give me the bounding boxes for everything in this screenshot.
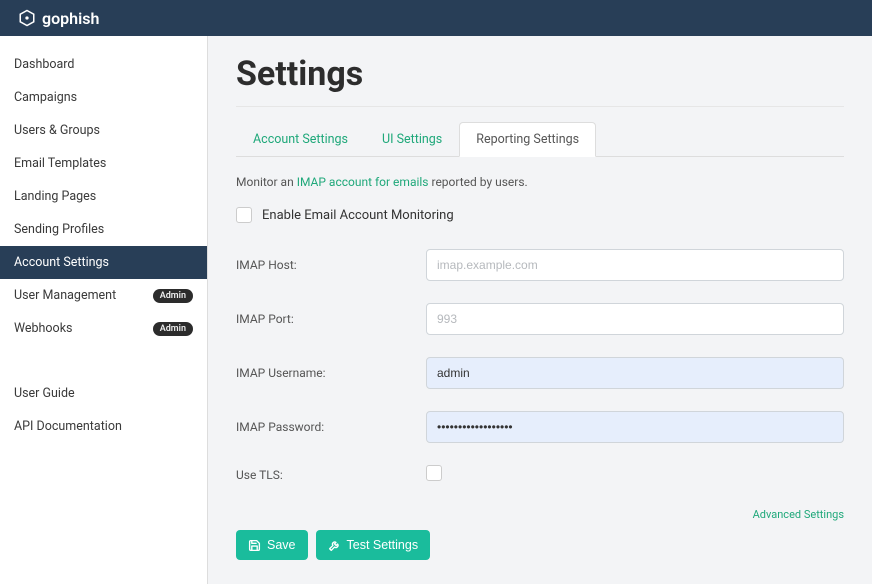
- title-rule: [236, 106, 844, 107]
- sidebar-item-campaigns[interactable]: Campaigns: [0, 81, 207, 114]
- brand[interactable]: gophish: [18, 9, 99, 28]
- use-tls-label: Use TLS:: [236, 468, 426, 482]
- sidebar-item-label: User Guide: [14, 386, 75, 401]
- topbar: gophish: [0, 0, 872, 36]
- tabs: Account Settings UI Settings Reporting S…: [236, 121, 844, 157]
- tab-label: Account Settings: [253, 132, 348, 147]
- save-button-label: Save: [267, 538, 296, 552]
- use-tls-checkbox[interactable]: [426, 465, 442, 481]
- imap-password-input[interactable]: [426, 411, 844, 443]
- helper-prefix: Monitor an: [236, 175, 297, 189]
- use-tls-row: Use TLS:: [236, 465, 844, 485]
- sidebar-item-users-groups[interactable]: Users & Groups: [0, 114, 207, 147]
- tab-account-settings[interactable]: Account Settings: [236, 122, 365, 157]
- admin-badge: Admin: [153, 289, 193, 303]
- imap-username-input[interactable]: [426, 357, 844, 389]
- admin-badge: Admin: [153, 322, 193, 336]
- imap-help-link[interactable]: IMAP account for emails: [297, 175, 429, 189]
- wrench-icon: [328, 539, 341, 552]
- tab-ui-settings[interactable]: UI Settings: [365, 122, 459, 157]
- tab-label: Reporting Settings: [476, 132, 579, 147]
- sidebar-item-label: Dashboard: [14, 57, 74, 72]
- save-icon: [248, 539, 261, 552]
- helper-suffix: reported by users.: [429, 175, 528, 189]
- sidebar-item-account-settings[interactable]: Account Settings: [0, 246, 207, 279]
- sidebar-item-api-documentation[interactable]: API Documentation: [0, 410, 207, 443]
- advanced-settings-link[interactable]: Advanced Settings: [753, 508, 844, 521]
- imap-password-label: IMAP Password:: [236, 420, 426, 434]
- sidebar-item-label: User Management: [14, 288, 116, 303]
- enable-monitoring-row: Enable Email Account Monitoring: [236, 207, 844, 223]
- brand-hexagon-icon: [18, 9, 36, 27]
- sidebar-item-label: Landing Pages: [14, 189, 96, 204]
- imap-username-row: IMAP Username:: [236, 357, 844, 389]
- sidebar-item-sending-profiles[interactable]: Sending Profiles: [0, 213, 207, 246]
- page-title: Settings: [236, 54, 844, 94]
- sidebar-item-label: Campaigns: [14, 90, 77, 105]
- sidebar-item-user-management[interactable]: User Management Admin: [0, 279, 207, 312]
- button-row: Save Test Settings: [236, 530, 844, 560]
- imap-port-row: IMAP Port:: [236, 303, 844, 335]
- tab-reporting-settings[interactable]: Reporting Settings: [459, 122, 596, 157]
- sidebar-item-label: Users & Groups: [14, 123, 100, 138]
- imap-host-label: IMAP Host:: [236, 258, 426, 272]
- sidebar-item-label: Account Settings: [14, 255, 109, 270]
- sidebar-item-label: Email Templates: [14, 156, 106, 171]
- imap-password-row: IMAP Password:: [236, 411, 844, 443]
- enable-monitoring-label: Enable Email Account Monitoring: [262, 208, 454, 223]
- sidebar-item-label: Sending Profiles: [14, 222, 104, 237]
- sidebar-item-email-templates[interactable]: Email Templates: [0, 147, 207, 180]
- imap-host-input[interactable]: [426, 249, 844, 281]
- main-content: Settings Account Settings UI Settings Re…: [208, 36, 872, 584]
- save-button[interactable]: Save: [236, 530, 308, 560]
- imap-port-input[interactable]: [426, 303, 844, 335]
- sidebar-item-label: Webhooks: [14, 321, 72, 336]
- test-settings-button[interactable]: Test Settings: [316, 530, 431, 560]
- imap-host-row: IMAP Host:: [236, 249, 844, 281]
- sidebar-item-user-guide[interactable]: User Guide: [0, 377, 207, 410]
- sidebar: Dashboard Campaigns Users & Groups Email…: [0, 36, 208, 584]
- brand-name: gophish: [42, 9, 99, 28]
- test-settings-button-label: Test Settings: [347, 538, 419, 552]
- sidebar-item-webhooks[interactable]: Webhooks Admin: [0, 312, 207, 345]
- enable-monitoring-checkbox[interactable]: [236, 207, 252, 223]
- tab-label: UI Settings: [382, 132, 442, 147]
- sidebar-item-label: API Documentation: [14, 419, 122, 434]
- imap-username-label: IMAP Username:: [236, 366, 426, 380]
- imap-port-label: IMAP Port:: [236, 312, 426, 326]
- sidebar-item-landing-pages[interactable]: Landing Pages: [0, 180, 207, 213]
- sidebar-divider: [0, 345, 207, 377]
- sidebar-item-dashboard[interactable]: Dashboard: [0, 48, 207, 81]
- helper-text: Monitor an IMAP account for emails repor…: [236, 175, 844, 189]
- advanced-settings-row: Advanced Settings: [236, 507, 844, 522]
